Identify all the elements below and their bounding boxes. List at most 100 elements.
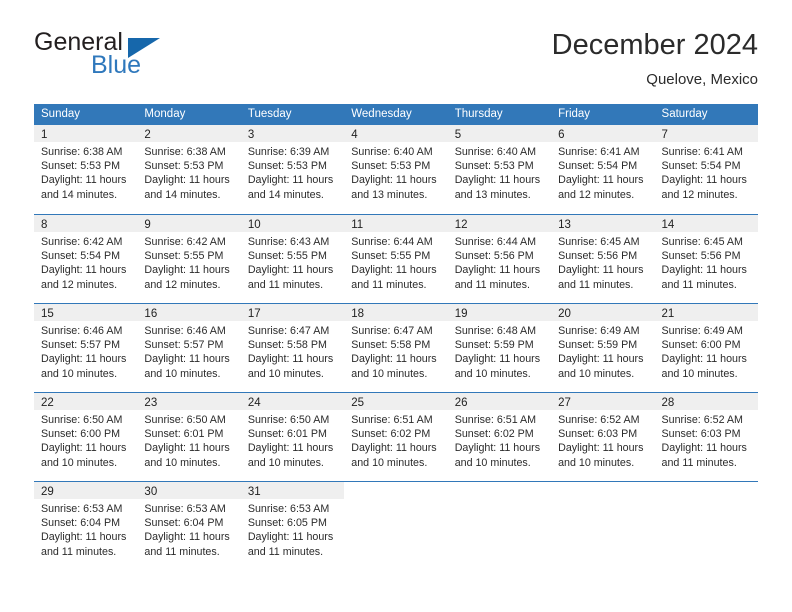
day-detail-lines: Sunrise: 6:44 AM Sunset: 5:55 PM Daylight:… [344,232,447,292]
day-cell-31[interactable]: 31 Sunrise: 6:53 AM Sunset: 6:05 PM Dayligh… [240,482,345,570]
day-detail-line: Sunset: 5:57 PM [144,339,224,352]
day-detail-line: and 14 minutes. [247,188,324,201]
day-detail-line: Daylight: 11 hours [247,531,334,544]
day-detail-line: Daylight: 11 hours [454,442,541,455]
day-number-bar: 17 [240,304,345,321]
day-cell-13[interactable]: 13 Sunrise: 6:45 AM Sunset: 5:56 PM Dayligh… [551,215,655,303]
day-cell-1[interactable]: 1 Sunrise: 6:38 AM Sunset: 5:53 PM Daylight… [34,125,138,214]
day-cell-30[interactable]: 30 Sunrise: 6:53 AM Sunset: 6:04 PM Dayligh… [137,482,241,570]
day-cell-10[interactable]: 10 Sunrise: 6:43 AM Sunset: 5:55 PM Dayligh… [240,215,345,303]
day-detail-lines: Sunrise: 6:39 AM Sunset: 5:53 PM Daylight:… [241,142,344,202]
day-cell-14[interactable]: 14 Sunrise: 6:45 AM Sunset: 5:56 PM Dayligh… [654,215,758,303]
day-detail-lines: Sunrise: 6:45 AM Sunset: 5:56 PM Daylight:… [655,232,758,292]
day-detail-line: Daylight: 11 hours [247,353,334,366]
day-detail-line: Sunset: 5:57 PM [41,339,121,352]
day-detail-lines: Sunrise: 6:50 AM Sunset: 6:01 PM Daylight:… [137,410,240,470]
day-detail-lines: Sunrise: 6:51 AM Sunset: 6:02 PM Daylight:… [448,410,551,470]
day-detail-line: Daylight: 11 hours [144,353,230,366]
day-number: 30 [144,486,158,498]
day-detail-line: Sunset: 5:58 PM [351,339,431,352]
day-number: 12 [454,219,468,231]
day-cell-11[interactable]: 11 Sunrise: 6:44 AM Sunset: 5:55 PM Dayligh… [344,215,448,303]
general-blue-logo[interactable]: General Blue [34,28,264,88]
day-detail-line: and 11 minutes. [661,278,737,291]
day-detail-lines: Sunrise: 6:47 AM Sunset: 5:58 PM Daylight:… [241,321,344,381]
day-number: 28 [661,397,675,409]
day-cell-19[interactable]: 19 Sunrise: 6:48 AM Sunset: 5:59 PM Dayligh… [447,304,552,392]
day-cell-20[interactable]: 20 Sunrise: 6:49 AM Sunset: 5:59 PM Dayligh… [551,304,655,392]
day-detail-line: and 13 minutes. [454,188,531,201]
day-detail-line: and 10 minutes. [558,456,635,469]
day-cell-23[interactable]: 23 Sunrise: 6:50 AM Sunset: 6:01 PM Dayligh… [137,393,241,481]
day-detail-lines [655,499,758,502]
day-detail-line: Sunset: 5:58 PM [247,339,327,352]
day-number: 19 [454,308,468,320]
day-cell-27[interactable]: 27 Sunrise: 6:52 AM Sunset: 6:03 PM Dayligh… [551,393,655,481]
day-detail-lines: Sunrise: 6:52 AM Sunset: 6:03 PM Daylight:… [655,410,758,470]
day-detail-lines [551,499,654,502]
day-detail-line: Daylight: 11 hours [247,174,334,187]
day-detail-line: Sunrise: 6:53 AM [247,503,330,515]
day-cell-empty [654,482,758,570]
day-detail-line: Sunrise: 6:45 AM [661,236,743,248]
day-detail-line: Sunset: 5:59 PM [558,339,638,352]
day-cell-17[interactable]: 17 Sunrise: 6:47 AM Sunset: 5:58 PM Dayligh… [240,304,345,392]
day-number-bar: 20 [551,304,655,321]
day-cell-26[interactable]: 26 Sunrise: 6:51 AM Sunset: 6:02 PM Dayligh… [447,393,552,481]
day-detail-line: Daylight: 11 hours [661,264,747,277]
day-cell-6[interactable]: 6 Sunrise: 6:41 AM Sunset: 5:54 PM Daylight… [551,125,655,214]
weekday-header-saturday: Saturday [661,108,708,120]
day-detail-line: Sunset: 6:03 PM [558,428,638,441]
day-detail-line: Daylight: 11 hours [454,264,541,277]
day-detail-line: Sunset: 6:02 PM [454,428,534,441]
page-subtitle-location: Quelove, Mexico [646,71,758,88]
day-cell-18[interactable]: 18 Sunrise: 6:47 AM Sunset: 5:58 PM Dayligh… [344,304,448,392]
day-detail-line: Daylight: 11 hours [558,353,644,366]
day-number: 29 [41,486,54,498]
calendar-week-row: 15 Sunrise: 6:46 AM Sunset: 5:57 PM Dayligh… [34,303,758,392]
day-cell-12[interactable]: 12 Sunrise: 6:44 AM Sunset: 5:56 PM Dayligh… [447,215,552,303]
day-number: 20 [558,308,571,320]
day-cell-9[interactable]: 9 Sunrise: 6:42 AM Sunset: 5:55 PM Daylight… [137,215,241,303]
day-detail-line: Daylight: 11 hours [351,174,437,187]
day-number-bar: 24 [240,393,345,410]
day-detail-line: Sunrise: 6:50 AM [41,414,123,426]
day-cell-24[interactable]: 24 Sunrise: 6:50 AM Sunset: 6:01 PM Dayligh… [240,393,345,481]
day-cell-3[interactable]: 3 Sunrise: 6:39 AM Sunset: 5:53 PM Daylight… [240,125,345,214]
day-cell-4[interactable]: 4 Sunrise: 6:40 AM Sunset: 5:53 PM Daylight… [344,125,448,214]
day-detail-lines: Sunrise: 6:47 AM Sunset: 5:58 PM Daylight:… [344,321,447,381]
day-detail-line: Daylight: 11 hours [247,442,334,455]
day-detail-line: Sunrise: 6:42 AM [41,236,123,248]
day-number-bar: 2 [137,125,241,142]
day-detail-lines: Sunrise: 6:51 AM Sunset: 6:02 PM Daylight:… [344,410,447,470]
day-cell-29[interactable]: 29 Sunrise: 6:53 AM Sunset: 6:04 PM Dayligh… [34,482,138,570]
day-detail-line: and 10 minutes. [247,367,324,380]
day-number: 18 [351,308,365,320]
weekday-header-tuesday: Tuesday [247,108,292,120]
day-number: 2 [144,129,151,141]
day-cell-8[interactable]: 8 Sunrise: 6:42 AM Sunset: 5:54 PM Daylight… [34,215,138,303]
day-number-bar: 9 [137,215,241,232]
day-detail-lines: Sunrise: 6:42 AM Sunset: 5:54 PM Daylight:… [34,232,137,292]
day-number-bar: 28 [654,393,758,410]
day-detail-line: Sunrise: 6:49 AM [558,325,640,337]
day-number-bar: 10 [240,215,345,232]
day-cell-2[interactable]: 2 Sunrise: 6:38 AM Sunset: 5:53 PM Daylight… [137,125,241,214]
day-detail-line: and 14 minutes. [144,188,221,201]
day-cell-16[interactable]: 16 Sunrise: 6:46 AM Sunset: 5:57 PM Dayligh… [137,304,241,392]
day-cell-7[interactable]: 7 Sunrise: 6:41 AM Sunset: 5:54 PM Daylight… [654,125,758,214]
day-detail-line: and 12 minutes. [144,278,221,291]
day-cell-5[interactable]: 5 Sunrise: 6:40 AM Sunset: 5:53 PM Daylight… [447,125,552,214]
day-number-bar: 8 [34,215,138,232]
day-detail-line: Daylight: 11 hours [558,442,644,455]
day-number-bar [551,482,655,499]
day-detail-line: Daylight: 11 hours [454,174,541,187]
day-cell-15[interactable]: 15 Sunrise: 6:46 AM Sunset: 5:57 PM Dayligh… [34,304,138,392]
day-detail-line: Sunset: 6:00 PM [41,428,121,441]
day-cell-25[interactable]: 25 Sunrise: 6:51 AM Sunset: 6:02 PM Dayligh… [344,393,448,481]
day-cell-28[interactable]: 28 Sunrise: 6:52 AM Sunset: 6:03 PM Dayligh… [654,393,758,481]
day-number-bar [344,482,448,499]
day-cell-22[interactable]: 22 Sunrise: 6:50 AM Sunset: 6:00 PM Dayligh… [34,393,138,481]
day-cell-21[interactable]: 21 Sunrise: 6:49 AM Sunset: 6:00 PM Dayligh… [654,304,758,392]
day-number-bar: 5 [447,125,552,142]
